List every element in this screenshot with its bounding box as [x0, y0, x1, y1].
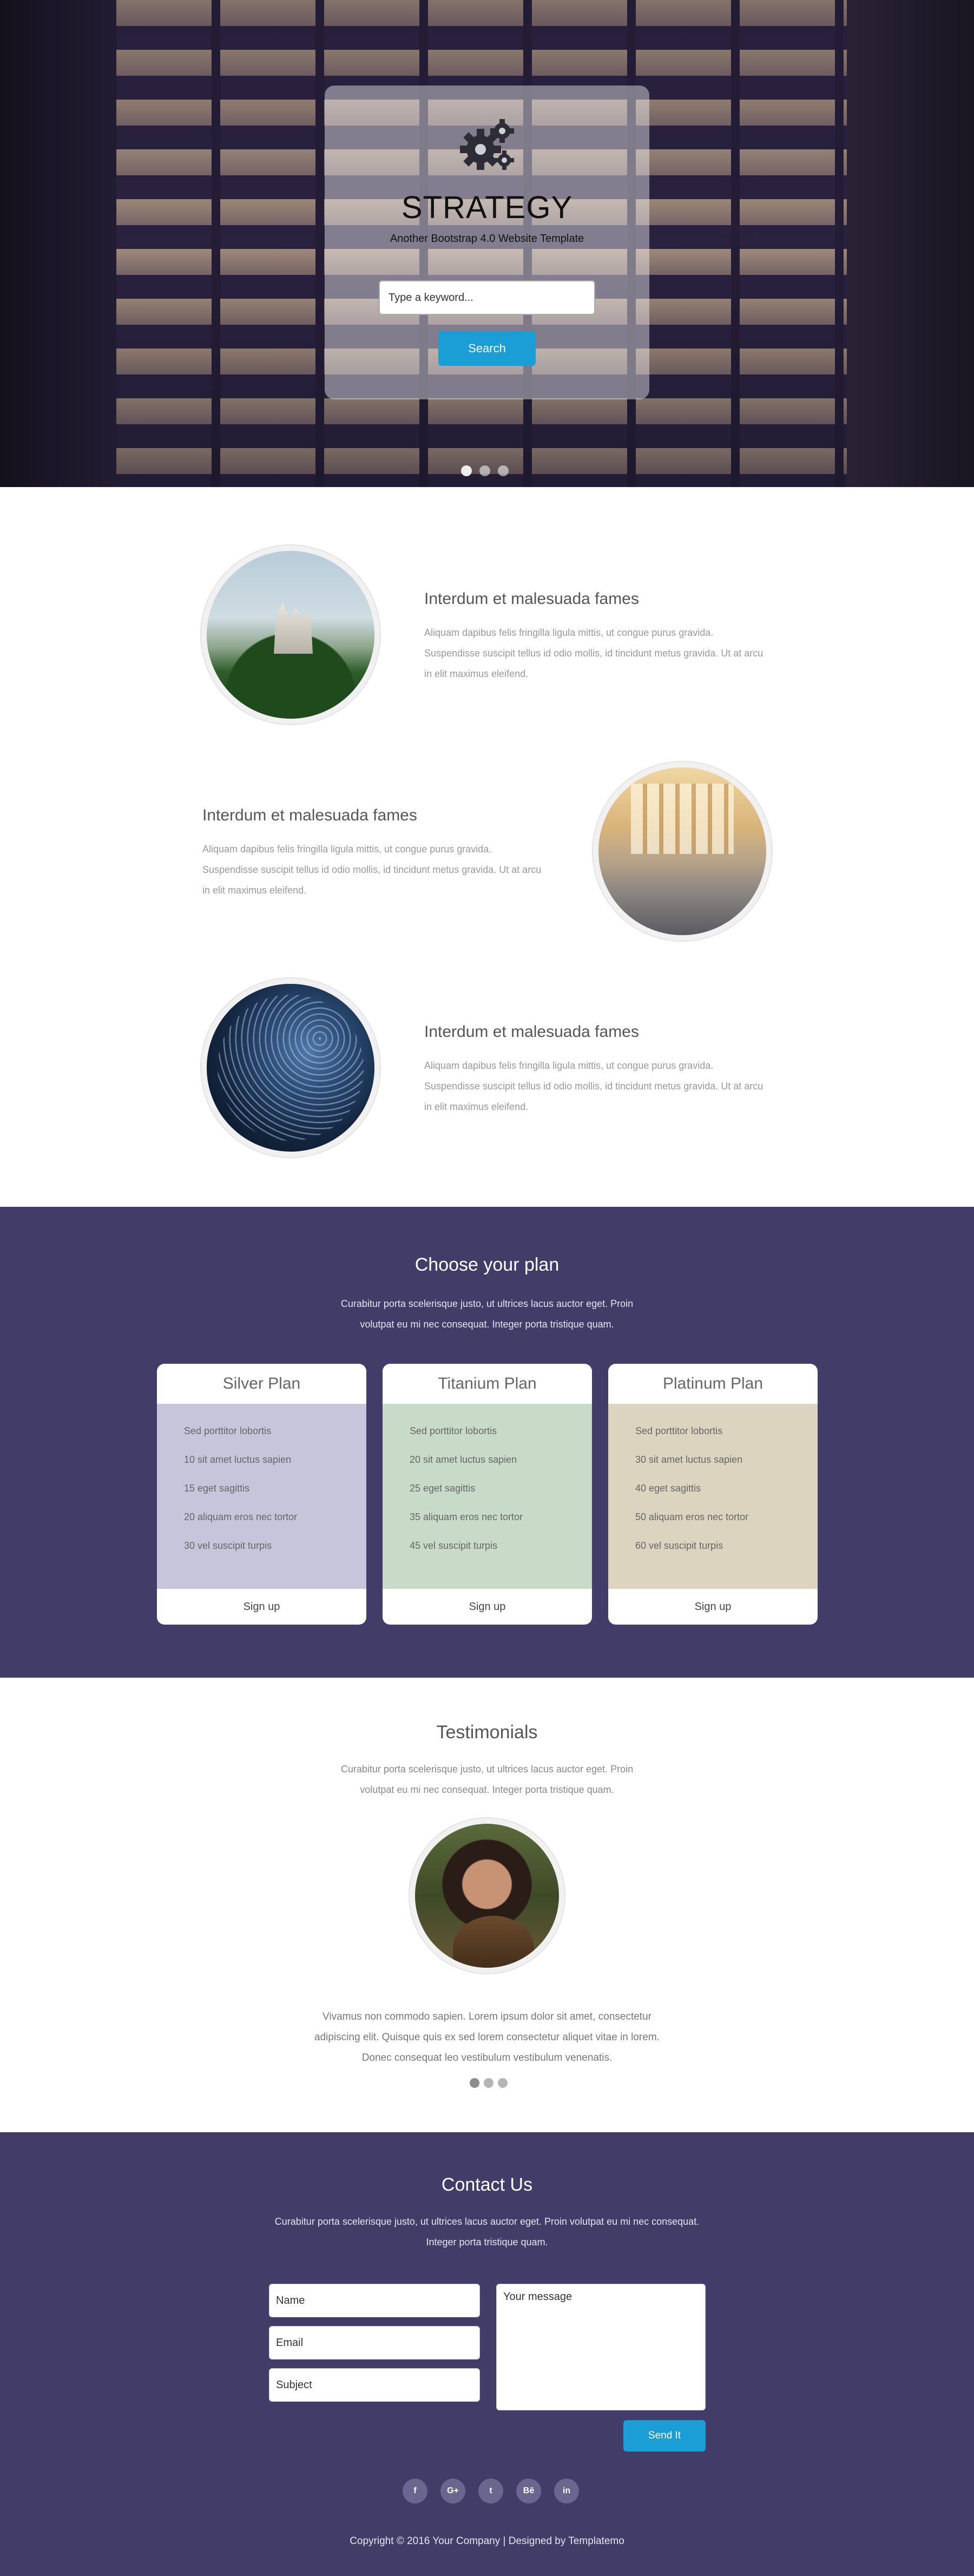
plan-feature: 30 vel suscipit turpis — [184, 1540, 272, 1551]
plan-features: Sed porttitor lobortis 20 sit amet luctu… — [383, 1404, 592, 1589]
carousel-dot[interactable] — [479, 465, 490, 476]
signup-link[interactable]: Sign up — [383, 1589, 592, 1625]
plan-card-titanium: Titanium Plan Sed porttitor lobortis 20 … — [383, 1364, 592, 1625]
section-title: Testimonials — [436, 1722, 538, 1743]
plan-feature: 10 sit amet luctus sapien — [184, 1454, 292, 1465]
plan-feature: 40 eget sagittis — [635, 1483, 701, 1494]
feature-title: Interdum et malesuada fames — [424, 590, 639, 608]
feature-text: Aliquam dapibus felis fringilla ligula m… — [202, 844, 542, 896]
plan-card-silver: Silver Plan Sed porttitor lobortis 10 si… — [157, 1364, 366, 1625]
section-title: Contact Us — [441, 2174, 533, 2195]
castle-photo — [201, 546, 380, 724]
plan-features: Sed porttitor lobortis 30 sit amet luctu… — [608, 1404, 818, 1589]
plan-feature: Sed porttitor lobortis — [635, 1425, 723, 1436]
facebook-icon[interactable]: f — [403, 2479, 427, 2503]
section-text: Curabitur porta scelerisque justo, ut ul… — [340, 1764, 634, 1795]
plan-name: Platinum Plan — [662, 1375, 764, 1392]
name-field[interactable] — [269, 2284, 480, 2317]
testimonial-dot[interactable] — [470, 2078, 479, 2088]
feature-text: Aliquam dapibus felis fringilla ligula m… — [424, 1060, 764, 1112]
search-input[interactable] — [379, 280, 595, 315]
plan-feature: 20 aliquam eros nec tortor — [184, 1512, 298, 1522]
social-links: f G+ t Bē in — [403, 2479, 579, 2503]
carousel-dot[interactable] — [461, 465, 472, 476]
section-text: Curabitur porta scelerisque justo, ut ul… — [274, 2216, 700, 2248]
search-button[interactable]: Search — [438, 331, 536, 366]
testimonial-dot[interactable] — [484, 2078, 493, 2088]
hero-search-card: STRATEGY Another Bootstrap 4.0 Website T… — [325, 86, 649, 399]
plan-name: Silver Plan — [222, 1375, 301, 1392]
train-station-photo — [593, 762, 772, 941]
plan-feature: Sed porttitor lobortis — [410, 1425, 497, 1436]
features-section: Interdum et malesuada fames Aliquam dapi… — [0, 487, 974, 1207]
message-field[interactable] — [496, 2284, 706, 2410]
behance-icon[interactable]: Bē — [516, 2479, 541, 2503]
section-text: Curabitur porta scelerisque justo, ut ul… — [340, 1298, 634, 1330]
testimonial-quote: Vivamus non commodo sapien. Lorem ipsum … — [314, 2011, 660, 2064]
plan-feature: 20 sit amet luctus sapien — [410, 1454, 517, 1465]
contact-section: Contact Us Curabitur porta scelerisque j… — [0, 2132, 974, 2576]
hero-title: STRATEGY — [401, 190, 573, 225]
plan-feature: 35 aliquam eros nec tortor — [410, 1512, 523, 1522]
plan-name: Titanium Plan — [438, 1375, 537, 1392]
google-plus-icon[interactable]: G+ — [440, 2479, 465, 2503]
testimonial-indicators — [470, 2078, 508, 2088]
plan-feature: 60 vel suscipit turpis — [635, 1540, 723, 1551]
feature-title: Interdum et malesuada fames — [202, 806, 417, 824]
hero-subtitle: Another Bootstrap 4.0 Website Template — [390, 233, 584, 245]
signup-link[interactable]: Sign up — [157, 1589, 366, 1625]
plan-features: Sed porttitor lobortis 10 sit amet luctu… — [157, 1404, 366, 1589]
signup-link[interactable]: Sign up — [608, 1589, 818, 1625]
pricing-section: Choose your plan Curabitur porta sceleri… — [0, 1207, 974, 1678]
testimonials-section: Testimonials Curabitur porta scelerisque… — [0, 1678, 974, 2132]
plan-card-platinum: Platinum Plan Sed porttitor lobortis 30 … — [608, 1364, 818, 1625]
plan-feature: 50 aliquam eros nec tortor — [635, 1512, 749, 1522]
subject-field[interactable] — [269, 2368, 480, 2402]
hero-section: STRATEGY Another Bootstrap 4.0 Website T… — [0, 0, 974, 487]
carousel-dot[interactable] — [498, 465, 509, 476]
testimonial-avatar — [410, 1818, 564, 1973]
plan-feature: 30 sit amet luctus sapien — [635, 1454, 743, 1465]
plan-feature: 45 vel suscipit turpis — [410, 1540, 498, 1551]
send-button[interactable]: Send It — [623, 2420, 706, 2452]
plan-feature: 25 eget sagittis — [410, 1483, 476, 1494]
feature-title: Interdum et malesuada fames — [424, 1023, 639, 1041]
hero-carousel-indicators — [461, 465, 509, 476]
linkedin-icon[interactable]: in — [554, 2479, 579, 2503]
section-title: Choose your plan — [414, 1254, 560, 1275]
copyright-text: Copyright © 2016 Your Company | Designed… — [350, 2535, 624, 2547]
twitter-icon[interactable]: t — [478, 2479, 503, 2503]
plan-feature: Sed porttitor lobortis — [184, 1425, 272, 1436]
email-field[interactable] — [269, 2326, 480, 2360]
star-trails-photo — [201, 978, 380, 1157]
testimonial-dot[interactable] — [498, 2078, 508, 2088]
plan-feature: 15 eget sagittis — [184, 1483, 250, 1494]
gears-icon — [460, 119, 514, 170]
feature-text: Aliquam dapibus felis fringilla ligula m… — [424, 627, 764, 679]
